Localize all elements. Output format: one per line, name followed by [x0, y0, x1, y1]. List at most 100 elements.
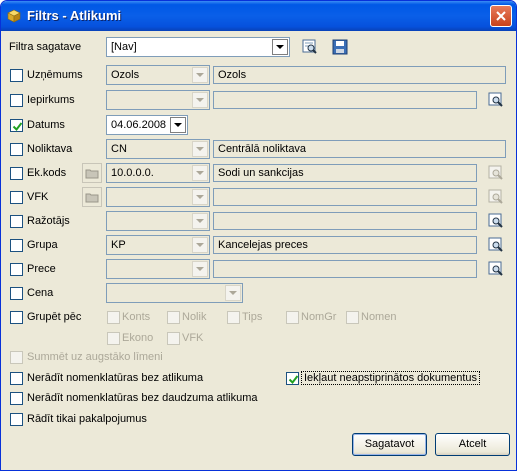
window-title: Filtrs - Atlikumi	[27, 8, 122, 23]
chevron-down-icon[interactable]	[192, 237, 208, 253]
bez-daudzuma-label: Nerādīt nomenklatūras bez daudzuma atlik…	[27, 392, 258, 404]
cancel-button[interactable]: Atcelt	[435, 433, 510, 456]
grupa-label: Grupa	[27, 239, 58, 251]
group-nomen-checkbox[interactable]	[346, 311, 359, 324]
lookup-icon[interactable]	[488, 237, 504, 253]
group-ekono-label: Ekono	[122, 332, 154, 344]
grupa-name-field: Kancelejas preces	[213, 236, 477, 254]
group-nolik-checkbox[interactable]	[167, 311, 180, 324]
grupa-code: KP	[111, 239, 126, 251]
vfk-name-field	[213, 188, 477, 206]
group-konts-checkbox[interactable]	[107, 311, 120, 324]
uznemums-label: Uzņēmums	[27, 69, 83, 81]
group-nolik-label: Nolik	[182, 311, 207, 323]
iepirkums-label: Iepirkums	[27, 94, 75, 106]
lookup-icon[interactable]	[488, 213, 504, 229]
razotajs-checkbox[interactable]	[10, 215, 23, 228]
vfk-code-select[interactable]	[106, 187, 210, 207]
chevron-down-icon[interactable]	[225, 285, 241, 301]
group-nomgr-checkbox[interactable]	[286, 311, 299, 324]
noliktava-code: CN	[111, 143, 127, 155]
view-template-icon[interactable]	[302, 39, 318, 55]
noliktava-label: Noliktava	[27, 143, 73, 155]
title-bar[interactable]: Filtrs - Atlikumi	[1, 1, 516, 31]
pakalpojumi-checkbox[interactable]	[10, 413, 23, 426]
datums-label: Datums	[27, 119, 65, 131]
prece-code-select[interactable]	[106, 259, 210, 279]
close-icon	[496, 11, 506, 21]
ekkods-name-field: Sodi un sankcijas	[213, 164, 477, 182]
group-vfk-checkbox[interactable]	[167, 332, 180, 345]
ekkods-folder-button[interactable]	[82, 163, 102, 183]
group-ekono-checkbox[interactable]	[107, 332, 120, 345]
chevron-down-icon[interactable]	[272, 39, 288, 55]
lookup-disabled-icon	[488, 189, 503, 204]
chevron-down-icon[interactable]	[192, 261, 208, 277]
pakalpojumi-label: Rādīt tikai pakalpojumus	[27, 413, 147, 425]
prece-label: Prece	[27, 263, 56, 275]
chevron-down-icon[interactable]	[192, 189, 208, 205]
summet-label: Summēt uz augstāko līmeni	[27, 351, 163, 363]
prece-name-field	[213, 260, 477, 278]
chevron-down-icon[interactable]	[192, 141, 208, 157]
grupa-checkbox[interactable]	[10, 239, 23, 252]
check-icon	[12, 122, 23, 132]
prece-checkbox[interactable]	[10, 263, 23, 276]
chevron-down-icon[interactable]	[192, 213, 208, 229]
grupa-code-select[interactable]: KP	[106, 235, 210, 255]
bez-atlikuma-checkbox[interactable]	[10, 372, 23, 385]
group-tips-checkbox[interactable]	[227, 311, 240, 324]
folder-icon	[85, 193, 99, 203]
neapstiprinatos-checkbox[interactable]	[286, 372, 299, 385]
cena-label: Cena	[27, 287, 54, 299]
lookup-icon[interactable]	[488, 92, 504, 108]
group-konts-label: Konts	[122, 311, 151, 323]
razotajs-code-select[interactable]	[106, 211, 210, 231]
noliktava-code-select[interactable]: CN	[106, 139, 210, 159]
check-icon	[288, 375, 299, 385]
iepirkums-name-field	[213, 91, 477, 109]
chevron-down-icon[interactable]	[170, 117, 186, 133]
uznemums-checkbox[interactable]	[10, 69, 23, 82]
save-icon[interactable]	[332, 39, 348, 55]
lookup-icon[interactable]	[488, 261, 504, 277]
datums-value: 04.06.2008	[111, 119, 167, 131]
group-by-checkbox[interactable]	[10, 311, 23, 324]
group-nomgr-label: NomGr	[301, 311, 337, 323]
noliktava-name-field: Centrālā noliktava	[213, 140, 506, 158]
datums-date-picker[interactable]: 04.06.2008	[106, 115, 188, 135]
summet-checkbox[interactable]	[10, 351, 23, 364]
iepirkums-code-select[interactable]	[106, 90, 210, 110]
cena-checkbox[interactable]	[10, 287, 23, 300]
uznemums-name-field: Ozols	[213, 66, 506, 84]
group-tips-label: Tips	[242, 311, 263, 323]
chevron-down-icon[interactable]	[192, 67, 208, 83]
group-by-label: Grupēt pēc	[27, 311, 82, 323]
cena-select[interactable]	[106, 283, 243, 303]
template-value: [Nav]	[111, 41, 137, 53]
group-nomen-label: Nomen	[361, 311, 397, 323]
datums-checkbox[interactable]	[10, 119, 23, 132]
ekkods-code-select[interactable]: 10.0.0.0.	[106, 163, 210, 183]
group-vfk-label: VFK	[182, 332, 204, 344]
close-button[interactable]	[490, 5, 512, 27]
filter-dialog: Filtrs - Atlikumi Filtra sagatave [Nav] …	[0, 0, 517, 471]
noliktava-checkbox[interactable]	[10, 143, 23, 156]
razotajs-label: Ražotājs	[27, 215, 70, 227]
vfk-checkbox[interactable]	[10, 191, 23, 204]
chevron-down-icon[interactable]	[192, 92, 208, 108]
iepirkums-checkbox[interactable]	[10, 94, 23, 107]
uznemums-code: Ozols	[111, 69, 140, 81]
uznemums-code-select[interactable]: Ozols	[106, 65, 210, 85]
ekkods-code: 10.0.0.0.	[111, 167, 154, 179]
ekkods-checkbox[interactable]	[10, 167, 23, 180]
razotajs-name-field	[213, 212, 477, 230]
vfk-folder-button[interactable]	[82, 187, 102, 207]
vfk-label: VFK	[27, 191, 49, 203]
sagatavot-button[interactable]: Sagatavot	[352, 433, 427, 456]
folder-icon	[85, 169, 99, 179]
chevron-down-icon[interactable]	[192, 165, 208, 181]
template-label: Filtra sagatave	[9, 41, 82, 53]
bez-daudzuma-checkbox[interactable]	[10, 392, 23, 405]
template-select[interactable]: [Nav]	[106, 37, 290, 57]
